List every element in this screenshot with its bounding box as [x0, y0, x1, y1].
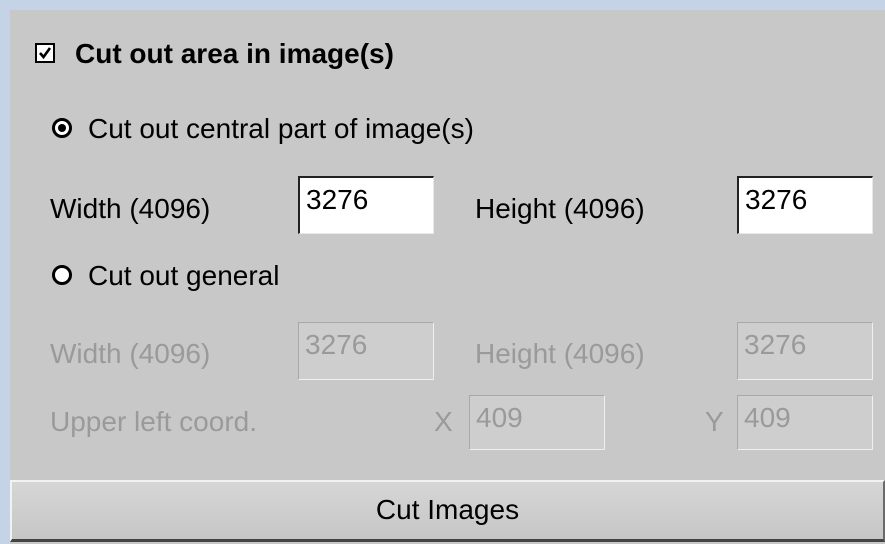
- central-width-label: Width (4096): [50, 193, 211, 224]
- general-radio[interactable]: [52, 265, 72, 285]
- coord-label: Upper left coord.: [50, 406, 257, 437]
- cut-images-button[interactable]: Cut Images: [10, 480, 885, 542]
- central-width-field[interactable]: 3276: [298, 176, 434, 234]
- central-height-field[interactable]: 3276: [737, 176, 873, 234]
- cutout-enable-checkbox[interactable]: [35, 43, 55, 63]
- checkmark-icon: [39, 47, 52, 60]
- general-width-label: Width (4096): [50, 338, 211, 369]
- general-label: Cut out general: [88, 260, 280, 291]
- cutout-enable-label: Cut out area in image(s): [75, 38, 394, 69]
- central-radio[interactable]: [52, 118, 72, 138]
- general-height-field[interactable]: 3276: [737, 322, 873, 380]
- central-height-label: Height (4096): [475, 193, 645, 224]
- central-label: Cut out central part of image(s): [88, 113, 474, 144]
- cutout-panel: Cut out area in image(s) Cut out central…: [10, 10, 885, 544]
- general-height-label: Height (4096): [475, 338, 645, 369]
- x-coord-field[interactable]: 409: [469, 395, 605, 450]
- y-label: Y: [705, 406, 724, 437]
- general-width-field[interactable]: 3276: [298, 322, 434, 380]
- y-coord-field[interactable]: 409: [737, 395, 873, 450]
- radio-dot-icon: [58, 124, 66, 132]
- x-label: X: [434, 406, 453, 437]
